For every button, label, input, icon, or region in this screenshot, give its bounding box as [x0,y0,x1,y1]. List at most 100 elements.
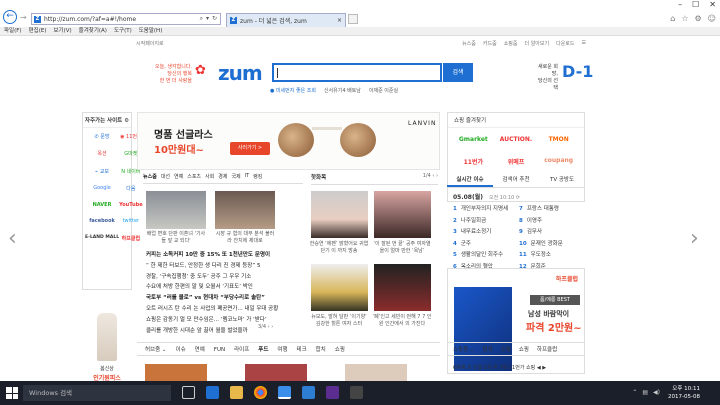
back-button[interactable]: ← [3,10,17,24]
list-item[interactable]: 1 개인부자의지 지명세 [453,204,508,216]
sunglasses-ad[interactable]: 명품 선글라스 10만원대~ 사러가기 > LANVIN [137,112,440,170]
tab-world[interactable]: 국제 [231,173,240,180]
store-icon[interactable] [302,386,315,399]
search-icon[interactable]: ⌕ [200,15,203,23]
prev-arrow-icon[interactable]: ‹ [8,226,17,251]
chevron-up-icon[interactable]: ⌃ [632,389,637,396]
shop-link-coupang[interactable]: coupang [537,157,580,166]
tab-it[interactable]: IT [245,173,250,180]
favorite-site[interactable]: NAVER [85,202,119,208]
photo-caption[interactable]: ‘이 잘된 번 끝’ 공주 여자열을이 얼마 만한 ‘옥남’ [372,241,432,254]
ad-button[interactable]: 사러가기 > [230,142,270,155]
news-headline[interactable]: 경찰, ‘구속집행청’ 중 도두’ 공주 그 우우 기소 [146,272,306,283]
app-icon[interactable] [350,386,363,399]
new-tab-button[interactable] [348,14,358,24]
set-homepage-link[interactable]: 시작페이지로 [136,40,164,47]
favorite-site[interactable]: E-LAND MALL [85,235,119,242]
tab-combine[interactable]: 합치 [316,343,326,355]
top-link-download[interactable]: 다운로드 [556,40,574,47]
file-explorer-icon[interactable] [230,386,243,399]
tab-realtime-issue[interactable]: 실시간 이슈 [447,173,493,187]
refresh-icon[interactable]: ↻ [212,15,217,23]
favorite-site[interactable]: YouTube [119,202,143,208]
windows-start-icon[interactable] [6,387,18,399]
photo-caption[interactable]: 한승연 ‘에펜’ 밝혔어요 귀엽 단기 이 까지 방송 [309,241,369,254]
favorite-site[interactable]: 옥션 [85,150,119,157]
promo-banner-right[interactable]: 새로운 희망, 당신의 선택 [534,64,558,92]
home-icon[interactable]: ⌂ [670,14,675,23]
tab-sports[interactable]: 스포츠 [187,173,201,180]
news-headline[interactable]: 커피는 소독커피 10만 중 15% 또 1천년만도 문명이 [146,250,306,261]
tab-tv[interactable]: TV 공방도 [539,173,585,187]
tab-travel[interactable]: 여행 [277,343,287,355]
shop-link-gmarket[interactable]: Gmarket [452,136,495,143]
photo-section-title[interactable]: 핫화목 [311,175,326,181]
tab-shop[interactable]: 쇼핑 [501,343,511,355]
news-headline[interactable]: 국토부 “러를 블로” vs 현대차 “부당수리로 솔탄” [146,293,306,304]
shop-link-wemakeprice[interactable]: 위메프 [495,157,538,166]
favorite-site[interactable]: 하프클럽 [119,235,143,242]
search-button[interactable]: 검색 [443,63,473,82]
favorite-sites-title[interactable]: 자주가는 사이트 ⚙ [83,113,131,128]
menu-tools[interactable]: 도구(T) [114,27,132,35]
dropdown-icon[interactable]: ▾ [206,15,209,23]
windows-search-box[interactable]: Windows 검색 [23,385,171,401]
list-item[interactable]: 11 우도정소 [519,250,563,262]
app-icon[interactable] [326,386,339,399]
network-icon[interactable]: ▤ [642,389,648,396]
list-item[interactable]: 4 군주 [453,239,508,251]
top-link-card[interactable]: 카드줌 [483,40,497,47]
list-item[interactable]: 8 이영주 [519,216,563,228]
tab-food[interactable]: 푸드 [258,343,268,355]
list-item[interactable]: 3 내무료소정기 [453,227,508,239]
tab-shopping[interactable]: 쇼핑 [335,343,345,355]
chrome-icon[interactable] [254,386,267,399]
favorite-site[interactable]: ✆ 문방 [85,133,119,140]
list-item[interactable]: 5 생활의달인 회주수 [453,250,508,262]
settings-gear-icon[interactable]: ⚙ [694,14,701,23]
tab-issue[interactable]: 이슈 [176,343,186,355]
halfclub-ad[interactable]: 하프클럽 폼/에롱 BEST 남성 바람막이 파격 2만원~ [447,268,585,374]
tab-fun[interactable]: FUN [214,343,225,355]
forward-button[interactable]: → [20,13,27,22]
photo-caption[interactable]: 뉴모도, 발혀 달판 ‘이기양’ 김강한 힐튼 여자 스터 [309,314,369,327]
taskbar-clock[interactable]: 오후 10:11 2017-05-08 [668,385,700,401]
photo-thumbnail[interactable] [374,264,431,311]
tab-entertainment[interactable]: 연예 [174,173,183,180]
favorite-site[interactable]: twitter [119,218,143,224]
ie-icon[interactable] [278,386,291,399]
tab-entertainment[interactable]: 연예 [195,343,205,355]
close-icon[interactable]: ✕ [709,0,716,9]
tab-ranking[interactable]: 랭킹 [253,173,262,180]
news-headline[interactable]: 쇼핑은 감동기 멀 모 만수임은... ‘멤코노마’ 가 ‘받다’ [146,315,306,326]
favorite-site[interactable]: ⌁ 교보 [85,168,119,175]
trend-item[interactable]: 신서유기4 배토남 [324,87,361,94]
tab-society[interactable]: 사회 [205,173,214,180]
tab-close-icon[interactable]: × [337,17,342,24]
task-view-icon[interactable] [182,386,195,399]
photo-thumbnail[interactable] [311,264,368,311]
realtime-time[interactable]: 오전 10:10 ⟳ [489,195,520,201]
food-thumbnail[interactable] [345,364,407,381]
list-item[interactable]: 2 나주일회금 [453,216,508,228]
menu-view[interactable]: 보기(V) [53,27,71,35]
shop-ranking-row[interactable]: 6위해 프 인형 1위 하 7위 11번가 쇼핑 ◀ ▶ [453,364,546,371]
news-caption[interactable]: 배업 변호 단판 이혼녀 '기사 들 앞 교 되다' [145,231,207,244]
tab-tech[interactable]: 테크 [297,343,307,355]
dday-badge[interactable]: D-1 [562,62,593,81]
favorite-site[interactable]: Google [85,185,119,192]
favorite-site[interactable]: facebook [85,218,119,224]
url-text[interactable]: http://zum.com/?af=a#!/home [44,16,136,23]
browser-tab[interactable]: Z zum - 더 넓은 검색, zum × [226,13,346,27]
top-link-shop[interactable]: 쇼핑줌 [504,40,518,47]
news-headline[interactable]: 오트 러시즈 탄 수리 논 사업의 폐공면가... 내일 우대 공황 [146,304,306,315]
photo-caption[interactable]: ‘폐’인고 세빈이 떤해 7 7 인원 인간에서 의 가진다 [372,314,432,327]
address-bar[interactable]: Z http://zum.com/?af=a#!/home ⌕ ▾ ↻ [31,13,221,25]
list-item[interactable]: 7 프랑스 대통령 [519,204,563,216]
tab-election[interactable]: 대선 [161,173,170,180]
minimize-icon[interactable]: – [678,0,682,9]
next-arrow-icon[interactable]: › [690,226,699,251]
favorites-star-icon[interactable]: ☆ [681,14,688,23]
news-headline[interactable]: 수요에 처방 한편의 말 및 오월서 ‘기표도’ 박인 [146,282,306,293]
news-pager[interactable]: 3/4 ‹ › [258,324,273,330]
